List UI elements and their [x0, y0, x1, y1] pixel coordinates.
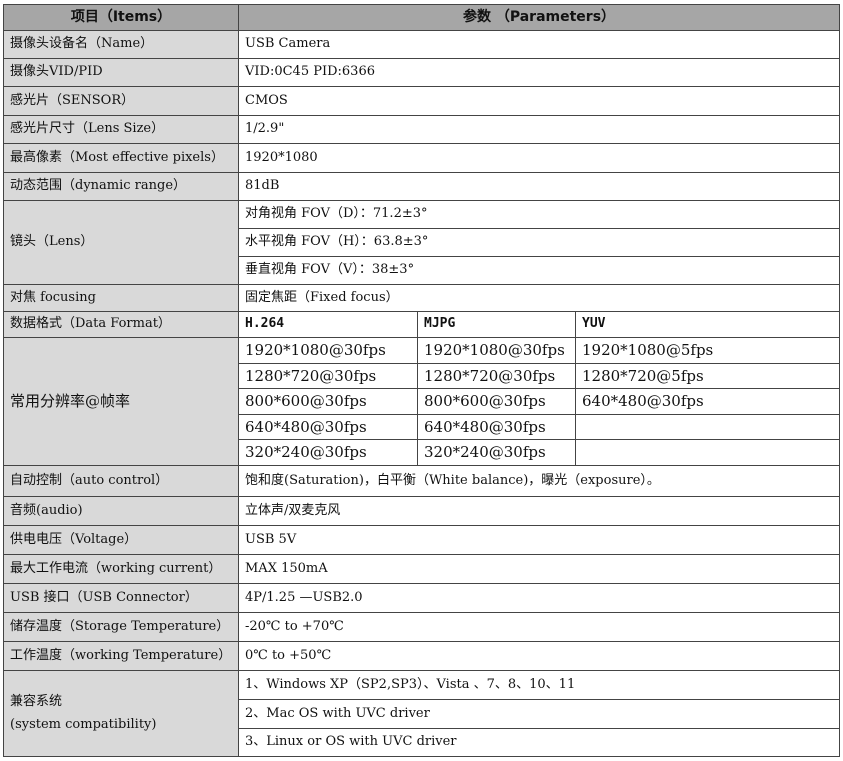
res-mjpg-4: 640*480@30fps	[417, 414, 576, 440]
res-mjpg-3: 800*600@30fps	[417, 388, 576, 415]
sensor-value: CMOS	[237, 86, 841, 116]
res-yuv-3: 640*480@30fps	[574, 388, 841, 415]
table-row: 常用分辨率@帧率 1920*1080@30fps 1920*1080@30fps…	[3, 337, 841, 466]
data-format-label: 数据格式（Data Format）	[3, 311, 239, 338]
voltage-value: USB 5V	[237, 525, 841, 555]
table-header-row: 项目（Items） 参数 （Parameters）	[3, 4, 841, 31]
table-row: 对焦 focusing 固定焦距（Fixed focus）	[3, 284, 841, 312]
res-h264-3: 800*600@30fps	[238, 388, 418, 415]
table-row: 最高像素（Most effective pixels） 1920*1080	[3, 143, 841, 173]
lens-fov-diagonal: 对角视角 FOV（D）：71.2±3°	[237, 200, 841, 229]
res-h264-4: 640*480@30fps	[238, 414, 418, 440]
items-column-header: 项目（Items）	[3, 4, 239, 31]
focusing-value: 固定焦距（Fixed focus）	[237, 284, 841, 312]
compat-label: 兼容系统 (system compatibility)	[3, 670, 239, 757]
res-h264-1: 1920*1080@30fps	[238, 337, 418, 364]
table-row: 摄像头设备名（Name） USB Camera	[3, 30, 841, 59]
focusing-label: 对焦 focusing	[3, 284, 239, 312]
table-row: 储存温度（Storage Temperature） -20℃ to +70℃	[3, 612, 841, 642]
audio-label: 音频(audio)	[3, 496, 239, 526]
compat-label-en: (system compatibility)	[10, 716, 157, 732]
res-h264-2: 1280*720@30fps	[238, 363, 418, 389]
table-row: 工作温度（working Temperature） 0℃ to +50℃	[3, 641, 841, 671]
table-row: 摄像头VID/PID VID:0C45 PID:6366	[3, 58, 841, 87]
res-yuv-4	[574, 414, 841, 440]
dynamic-range-label: 动态范围（dynamic range）	[3, 172, 239, 201]
spec-table: 项目（Items） 参数 （Parameters） 摄像头设备名（Name） U…	[3, 4, 841, 757]
table-row: 感光片尺寸（Lens Size） 1/2.9"	[3, 115, 841, 144]
usb-label: USB 接口（USB Connector）	[3, 583, 239, 613]
table-row: 自动控制（auto control） 饱和度(Saturation)，白平衡（W…	[3, 465, 841, 497]
device-name-label: 摄像头设备名（Name）	[3, 30, 239, 59]
auto-control-value: 饱和度(Saturation)，白平衡（White balance)，曝光（ex…	[237, 465, 841, 497]
table-row: 感光片（SENSOR） CMOS	[3, 86, 841, 116]
compat-windows: 1、Windows XP（SP2,SP3）、Vista 、7、8、10、11	[237, 670, 841, 700]
table-row: 镜头（Lens） 对角视角 FOV（D）：71.2±3°	[3, 200, 841, 285]
dynamic-range-value: 81dB	[237, 172, 841, 201]
res-yuv-1: 1920*1080@5fps	[574, 337, 841, 364]
working-temp-label: 工作温度（working Temperature）	[3, 641, 239, 671]
sensor-label: 感光片（SENSOR）	[3, 86, 239, 116]
pixels-label: 最高像素（Most effective pixels）	[3, 143, 239, 173]
lens-fov-horizontal: 水平视角 FOV（H）：63.8±3°	[237, 228, 841, 257]
compat-label-cn: 兼容系统	[10, 694, 63, 710]
format-mjpg: MJPG	[417, 311, 576, 338]
compat-linux: 3、Linux or OS with UVC driver	[237, 728, 841, 757]
device-name-value: USB Camera	[237, 30, 841, 59]
table-row: 数据格式（Data Format） H.264 MJPG YUV	[3, 311, 841, 338]
lens-label: 镜头（Lens）	[3, 200, 239, 285]
lens-size-value: 1/2.9"	[237, 115, 841, 144]
lens-fov-vertical: 垂直视角 FOV（V）：38±3°	[237, 256, 841, 285]
storage-temp-label: 储存温度（Storage Temperature）	[3, 612, 239, 642]
usb-value: 4P/1.25 —USB2.0	[237, 583, 841, 613]
res-mjpg-5: 320*240@30fps	[417, 439, 576, 466]
audio-value: 立体声/双麦克风	[237, 496, 841, 526]
current-value: MAX 150mA	[237, 554, 841, 584]
res-h264-5: 320*240@30fps	[238, 439, 418, 466]
table-row: 最大工作电流（working current） MAX 150mA	[3, 554, 841, 584]
current-label: 最大工作电流（working current）	[3, 554, 239, 584]
parameters-column-header: 参数 （Parameters）	[237, 4, 841, 31]
working-temp-value: 0℃ to +50℃	[237, 641, 841, 671]
table-row: 兼容系统 (system compatibility) 1、Windows XP（…	[3, 670, 841, 757]
storage-temp-value: -20℃ to +70℃	[237, 612, 841, 642]
vid-pid-value: VID:0C45 PID:6366	[237, 58, 841, 87]
resolution-label: 常用分辨率@帧率	[3, 337, 239, 466]
table-row: USB 接口（USB Connector） 4P/1.25 —USB2.0	[3, 583, 841, 613]
lens-size-label: 感光片尺寸（Lens Size）	[3, 115, 239, 144]
compat-mac: 2、Mac OS with UVC driver	[237, 699, 841, 729]
auto-control-label: 自动控制（auto control）	[3, 465, 239, 497]
voltage-label: 供电电压（Voltage）	[3, 525, 239, 555]
res-mjpg-1: 1920*1080@30fps	[417, 337, 576, 364]
pixels-value: 1920*1080	[237, 143, 841, 173]
vid-pid-label: 摄像头VID/PID	[3, 58, 239, 87]
res-yuv-2: 1280*720@5fps	[574, 363, 841, 389]
res-mjpg-2: 1280*720@30fps	[417, 363, 576, 389]
format-h264: H.264	[238, 311, 418, 338]
table-row: 音频(audio) 立体声/双麦克风	[3, 496, 841, 526]
res-yuv-5	[574, 439, 841, 466]
format-yuv: YUV	[574, 311, 841, 338]
table-row: 供电电压（Voltage） USB 5V	[3, 525, 841, 555]
table-row: 动态范围（dynamic range） 81dB	[3, 172, 841, 201]
